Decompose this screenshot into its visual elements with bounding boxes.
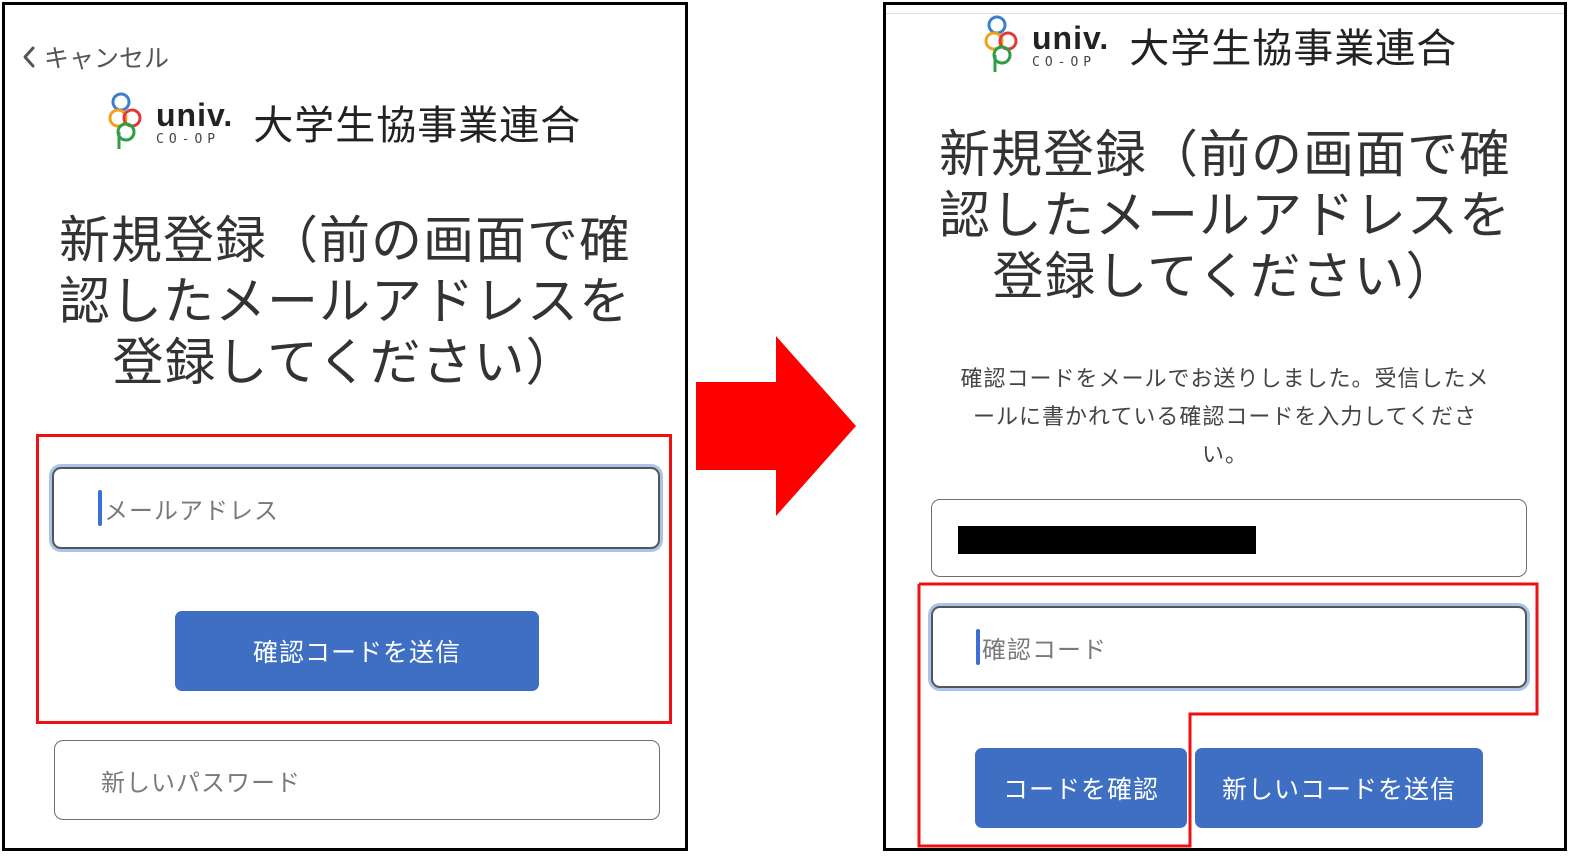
email-placeholder: メールアドレス <box>104 496 279 525</box>
instruction-line: ールに書かれている確認コードを入力してくださ <box>972 405 1478 430</box>
highlight-box-code <box>917 582 1539 848</box>
page-title: 新規登録（前の画面で確 認したメールアドレスを 登録してください） <box>886 125 1564 308</box>
screenshot-right: univ. CO-OP 大学生協事業連合 新規登録（前の画面で確 認したメールア… <box>883 2 1567 851</box>
send-code-button[interactable]: 確認コードを送信 <box>175 611 539 691</box>
instruction-text: 確認コードをメールでお送りしました。受信したメ ールに書かれている確認コードを入… <box>886 361 1564 475</box>
logo-org-name: 大学生協事業連合 <box>1129 26 1458 72</box>
logo-coop-text: CO-OP <box>156 131 221 147</box>
instruction-line: い。 <box>1201 443 1248 468</box>
instruction-line: 確認コードをメールでお送りしました。受信したメ <box>960 367 1490 392</box>
page-title: 新規登録（前の画面で確 認したメールアドレスを 登録してください） <box>5 211 685 394</box>
password-placeholder: 新しいパスワード <box>101 768 301 797</box>
title-line: 登録してください） <box>992 248 1458 307</box>
title-line: 認したメールアドレスを <box>58 273 631 332</box>
cancel-link[interactable]: キャンセル <box>20 39 169 75</box>
cancel-label: キャンセル <box>44 44 170 73</box>
title-line: 登録してください） <box>112 334 578 393</box>
email-field-filled[interactable] <box>931 499 1527 577</box>
new-password-input[interactable]: 新しいパスワード <box>54 740 660 820</box>
logo-coop-text: CO-OP <box>1032 54 1097 70</box>
title-line: 新規登録（前の画面で確 <box>938 126 1511 185</box>
right-arrow <box>696 336 856 516</box>
screenshot-left: キャンセル univ. CO-OP 大学生協事業連合 新規登録（前の画面で確 認… <box>2 2 688 851</box>
coop-logo-mark <box>108 92 142 149</box>
email-input[interactable]: メールアドレス <box>52 467 660 549</box>
coop-logo-mark <box>984 15 1018 72</box>
text-caret <box>98 490 102 526</box>
univ-coop-logo: univ. CO-OP 大学生協事業連合 <box>108 91 581 153</box>
chevron-left-icon <box>23 46 35 68</box>
redacted-email <box>958 526 1256 554</box>
logo-univ-text: univ. <box>156 96 234 133</box>
title-line: 認したメールアドレスを <box>938 187 1511 246</box>
title-line: 新規登録（前の画面で確 <box>58 212 631 271</box>
logo-org-name: 大学生協事業連合 <box>253 103 582 149</box>
univ-coop-logo: univ. CO-OP 大学生協事業連合 <box>984 14 1457 76</box>
logo-univ-text: univ. <box>1032 19 1110 56</box>
